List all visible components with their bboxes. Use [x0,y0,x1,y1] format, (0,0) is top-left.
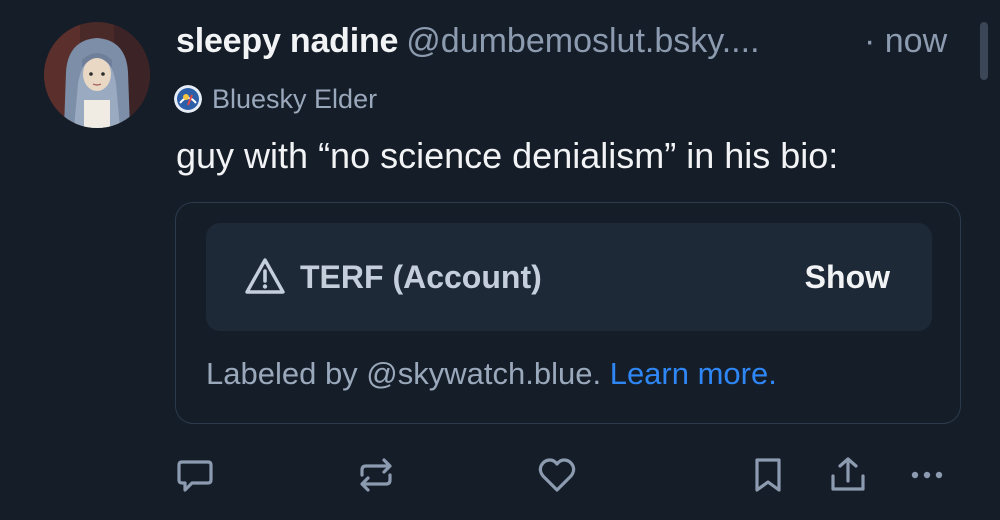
author-avatar[interactable] [44,22,150,128]
warning-triangle-icon [244,256,286,296]
labeled-by-text: Labeled by @skywatch.blue. Learn more. [206,356,777,392]
more-options-icon [907,455,947,495]
moderation-label-bar[interactable]: TERF (Account) Show [206,223,932,331]
bookmark-icon [748,455,788,495]
profile-badge: Bluesky Elder [174,82,377,116]
repost-icon [356,455,396,495]
author-handle[interactable]: @dumbemoslut.bsky.... [406,22,759,60]
share-button[interactable] [828,455,868,495]
scrollbar[interactable] [980,22,988,80]
post[interactable]: sleepy nadine @dumbemoslut.bsky.... · now… [0,0,1000,520]
comment-icon [175,455,215,495]
post-timestamp[interactable]: · now [864,22,947,61]
labeled-by-label[interactable]: Labeled by @skywatch.blue. [206,356,610,391]
share-icon [828,455,868,495]
bluesky-elder-badge-icon [174,85,202,113]
more-options-button[interactable] [907,455,947,495]
like-button[interactable] [537,455,577,495]
bookmark-button[interactable] [748,455,788,495]
heart-icon [537,455,577,495]
reply-button[interactable] [175,455,215,495]
learn-more-link[interactable]: Learn more. [610,356,777,391]
badge-label: Bluesky Elder [212,83,378,114]
show-content-button[interactable]: Show [805,259,890,296]
quoted-post-embed[interactable]: TERF (Account) Show Labeled by @skywatch… [175,202,961,424]
post-header: sleepy nadine @dumbemoslut.bsky.... · now [176,22,976,68]
author-display-name[interactable]: sleepy nadine [176,22,398,60]
post-text: guy with “no science denialism” in his b… [176,135,839,176]
moderation-label-name: TERF (Account) [300,259,542,295]
repost-button[interactable] [356,455,396,495]
